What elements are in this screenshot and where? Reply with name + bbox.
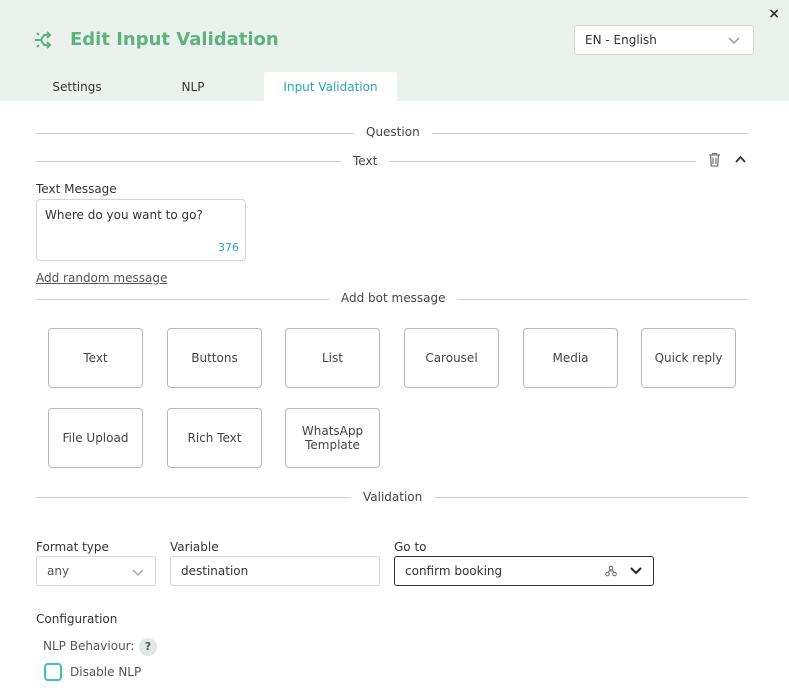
variable-label: Variable — [170, 540, 219, 554]
add-whatsapp-template-button[interactable]: WhatsApp Template — [285, 408, 380, 468]
text-message-value: Where do you want to go? — [45, 208, 203, 222]
help-icon[interactable]: ? — [139, 638, 157, 656]
validation-section-label: Validation — [351, 490, 435, 504]
nlp-behaviour-label: NLP Behaviour: — [43, 639, 135, 653]
close-button[interactable]: × — [768, 6, 780, 22]
trash-icon[interactable] — [708, 152, 721, 167]
chevron-down-icon — [630, 567, 642, 575]
add-carousel-button[interactable]: Carousel — [404, 328, 499, 388]
tab-settings[interactable]: Settings — [36, 72, 118, 102]
dialog-title: Edit Input Validation — [70, 29, 279, 50]
flow-arrows-icon — [35, 31, 52, 49]
text-section-label: Text — [341, 154, 390, 168]
add-random-message-link[interactable]: Add random message — [36, 271, 167, 285]
format-type-value: any — [47, 564, 70, 578]
format-type-label: Format type — [36, 540, 109, 554]
goto-value: confirm booking — [405, 564, 503, 578]
add-rich-text-button[interactable]: Rich Text — [167, 408, 262, 468]
flow-tree-icon[interactable] — [605, 565, 617, 577]
disable-nlp-checkbox[interactable] — [44, 663, 62, 681]
goto-label: Go to — [394, 540, 427, 554]
add-bot-message-label: Add bot message — [329, 291, 458, 305]
add-buttons-button[interactable]: Buttons — [167, 328, 262, 388]
add-file-upload-button[interactable]: File Upload — [48, 408, 143, 468]
add-media-button[interactable]: Media — [523, 328, 618, 388]
text-message-label: Text Message — [36, 182, 117, 196]
tab-nlp[interactable]: NLP — [152, 72, 234, 102]
tab-input-validation[interactable]: Input Validation — [264, 72, 397, 102]
disable-nlp-label: Disable NLP — [70, 665, 142, 679]
add-text-button[interactable]: Text — [48, 328, 143, 388]
question-section-label: Question — [354, 125, 432, 139]
character-counter: 376 — [218, 241, 239, 254]
add-list-button[interactable]: List — [285, 328, 380, 388]
collapse-chevron-up-icon[interactable] — [734, 154, 747, 164]
text-message-input[interactable]: Where do you want to go? 376 — [36, 199, 246, 261]
language-select-value: EN - English — [585, 33, 657, 47]
add-quick-reply-button[interactable]: Quick reply — [641, 328, 736, 388]
goto-select[interactable]: confirm booking — [394, 556, 654, 586]
chevron-down-icon — [132, 569, 144, 577]
variable-input[interactable]: destination — [170, 556, 380, 586]
format-type-select[interactable]: any — [36, 556, 156, 586]
language-select[interactable]: EN - English — [574, 25, 754, 55]
chevron-down-icon — [728, 37, 740, 45]
configuration-label: Configuration — [36, 612, 118, 626]
variable-value: destination — [181, 564, 249, 578]
